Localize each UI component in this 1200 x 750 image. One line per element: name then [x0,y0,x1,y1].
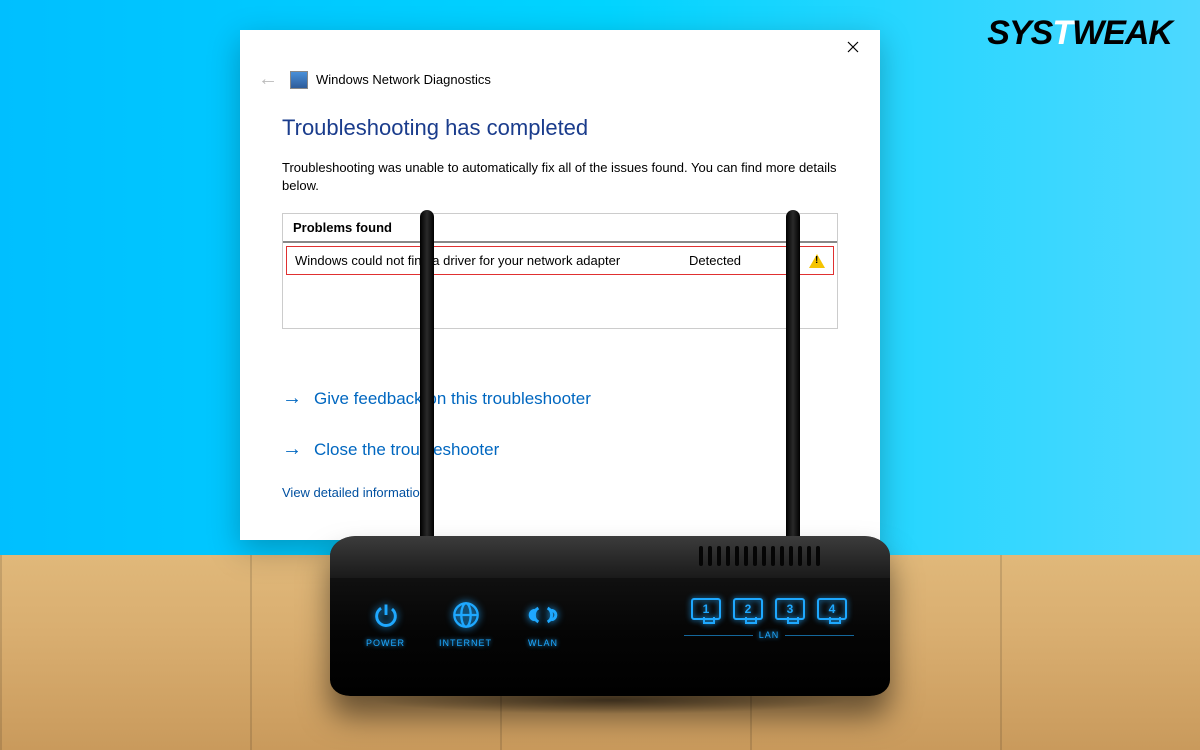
lan-label-row: LAN [684,630,854,640]
page-description: Troubleshooting was unable to automatica… [282,159,838,195]
power-label: POWER [366,638,405,648]
led-wlan: WLAN [526,598,560,648]
dialog-body: Troubleshooting has completed Troublesho… [240,105,880,540]
antenna-right [786,210,800,570]
lan-port-2: 2 [733,598,763,620]
feedback-label: Give feedback on this troubleshooter [314,389,591,409]
led-power: POWER [366,598,405,648]
arrow-right-icon: → [282,438,302,461]
problems-header: Problems found [283,214,837,243]
view-detailed-link[interactable]: View detailed information [282,485,838,500]
status-led-group: POWER INTERNET WLAN [366,598,560,648]
monitor-icon: 4 [817,598,847,620]
page-heading: Troubleshooting has completed [282,115,838,141]
arrow-right-icon: → [282,387,302,410]
problem-row[interactable]: Windows could not find a driver for your… [286,246,834,275]
router-face: POWER INTERNET WLAN 1 [366,598,854,648]
monitor-icon: 2 [733,598,763,620]
lan-port-group: 1 2 3 4 [691,598,847,620]
internet-label: INTERNET [439,638,492,648]
antenna-left [420,210,434,570]
monitor-icon: 3 [775,598,805,620]
close-icon [847,41,859,53]
close-label: Close the troubleshooter [314,440,499,460]
router-device: POWER INTERNET WLAN 1 [330,510,890,720]
globe-icon [449,598,483,632]
monitor-icon: 1 [691,598,721,620]
back-arrow-icon[interactable]: ← [258,68,278,91]
lan-port-3: 3 [775,598,805,620]
router-top [330,536,890,578]
titlebar [240,30,880,64]
network-diag-icon [290,71,308,89]
action-links: → Give feedback on this troubleshooter →… [282,373,838,475]
power-icon [369,598,403,632]
problems-table: Problems found Windows could not find a … [282,213,838,329]
router-body: POWER INTERNET WLAN 1 [330,536,890,696]
wlan-icon [526,598,560,632]
brand-watermark: SYSTWEAK [987,14,1172,53]
lan-port-4: 4 [817,598,847,620]
wlan-label: WLAN [528,638,558,648]
problem-text: Windows could not find a driver for your… [295,253,689,268]
router-vents [699,546,820,566]
lan-label: LAN [759,630,780,640]
close-button[interactable] [832,33,874,61]
lan-port-1: 1 [691,598,721,620]
feedback-link[interactable]: → Give feedback on this troubleshooter [282,373,838,424]
dialog-title: Windows Network Diagnostics [316,72,491,87]
led-internet: INTERNET [439,598,492,648]
warning-icon [809,254,825,268]
close-troubleshooter-link[interactable]: → Close the troubleshooter [282,424,838,475]
dialog-header: ← Windows Network Diagnostics [240,64,880,105]
diagnostics-dialog: ← Windows Network Diagnostics Troublesho… [240,30,880,540]
